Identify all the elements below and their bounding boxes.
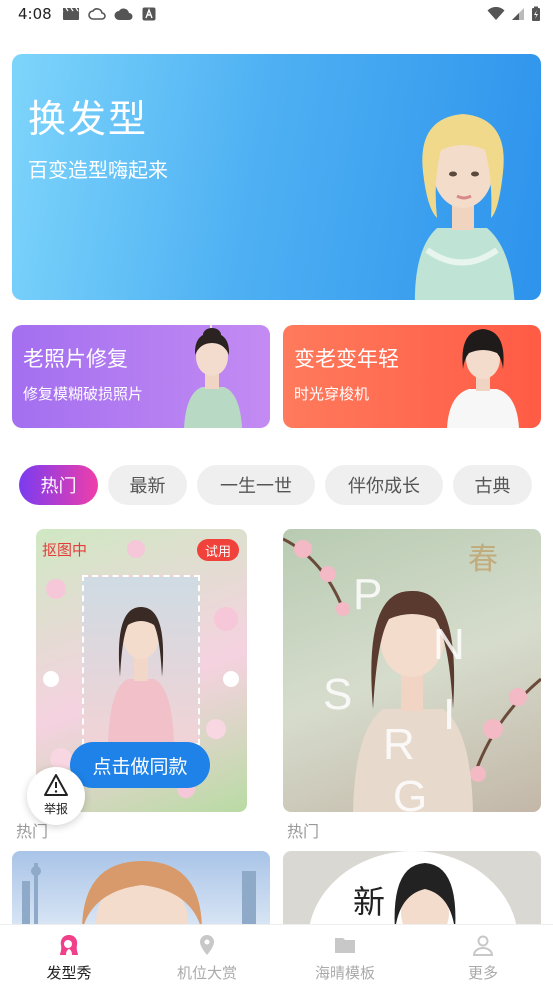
- city-template-image: [22, 861, 256, 931]
- nav-label: 机位大赏: [176, 964, 237, 982]
- clapperboard-icon: [63, 7, 79, 20]
- tile-label: 热门: [287, 822, 320, 841]
- template-tile-city[interactable]: [12, 851, 270, 931]
- hero-title: 换发型: [28, 97, 149, 141]
- status-time: 4:08: [18, 5, 52, 23]
- new-template-image: 新: [308, 851, 518, 931]
- restored-photo-model-image: [184, 325, 242, 428]
- nav-camera-spots[interactable]: 机位大赏: [138, 925, 276, 984]
- svg-text:春: 春: [468, 542, 498, 577]
- template-tile-new[interactable]: 新: [283, 851, 541, 931]
- nav-poster-templates[interactable]: 海晴模板: [276, 925, 414, 984]
- hair-icon: [60, 935, 78, 955]
- location-pin-icon: [200, 935, 214, 955]
- template-tile-spring[interactable]: P N S I R G 春: [283, 529, 541, 812]
- hairstyle-change-banner[interactable]: 换发型 百变造型嗨起来: [12, 54, 541, 300]
- svg-text:N: N: [433, 620, 465, 669]
- warning-icon: [44, 774, 68, 796]
- report-button[interactable]: 举报: [27, 767, 85, 825]
- category-tabs: 热门 最新 一生一世 伴你成长 古典: [0, 465, 553, 505]
- status-bar: 4:08: [0, 0, 553, 32]
- old-photo-restore-title: 老照片修复: [23, 347, 128, 371]
- age-model-image: [447, 329, 519, 428]
- hero-model-image: [414, 114, 515, 300]
- cutout-model-image: [108, 607, 174, 743]
- old-photo-restore-subtitle: 修复模糊破损照片: [23, 385, 144, 403]
- nav-label: 海晴模板: [314, 964, 375, 982]
- nav-hairstyle-show[interactable]: 发型秀: [0, 925, 138, 984]
- svg-text:新: 新: [353, 883, 385, 921]
- cloud-filled-icon: [114, 8, 133, 20]
- svg-text:I: I: [443, 690, 455, 739]
- tab-lifetime[interactable]: 一生一世: [197, 465, 315, 505]
- spring-template-image: P N S I R G 春: [283, 537, 541, 812]
- person-icon: [472, 935, 494, 956]
- status-notification-icons: [62, 7, 156, 21]
- nav-label: 更多: [467, 964, 498, 982]
- tab-latest[interactable]: 最新: [108, 465, 187, 505]
- cloud-outline-icon: [88, 8, 106, 20]
- trial-badge: 试用: [196, 539, 239, 561]
- nav-label: 发型秀: [46, 964, 92, 982]
- hero-subtitle: 百变造型嗨起来: [28, 158, 168, 182]
- nav-more[interactable]: 更多: [414, 925, 552, 984]
- wifi-icon: [487, 7, 505, 20]
- folder-icon: [335, 938, 355, 953]
- age-transform-title: 变老变年轻: [294, 347, 399, 371]
- font-a-icon: [142, 7, 156, 21]
- svg-text:P: P: [353, 570, 382, 619]
- svg-text:S: S: [323, 670, 352, 719]
- bottom-nav: 发型秀 机位大赏 海晴模板 更多: [0, 924, 553, 984]
- age-transform-subtitle: 时光穿梭机: [294, 385, 370, 403]
- tab-classic[interactable]: 古典: [453, 465, 532, 505]
- report-label: 举报: [43, 802, 68, 816]
- tab-hot[interactable]: 热门: [19, 465, 98, 505]
- age-transform-card[interactable]: 变老变年轻 时光穿梭机: [283, 325, 541, 428]
- old-photo-restore-card[interactable]: 老照片修复 修复模糊破损照片: [12, 325, 270, 428]
- cutout-photo-frame: [82, 575, 200, 745]
- tab-grow-together[interactable]: 伴你成长: [325, 465, 443, 505]
- signal-icon: [512, 8, 524, 20]
- svg-text:R: R: [383, 720, 415, 769]
- status-system-icons: [487, 6, 541, 22]
- make-same-button[interactable]: 点击做同款: [70, 742, 210, 788]
- battery-charging-icon: [532, 6, 540, 21]
- cutout-status-label: 抠图中: [42, 541, 88, 559]
- svg-text:G: G: [393, 772, 427, 812]
